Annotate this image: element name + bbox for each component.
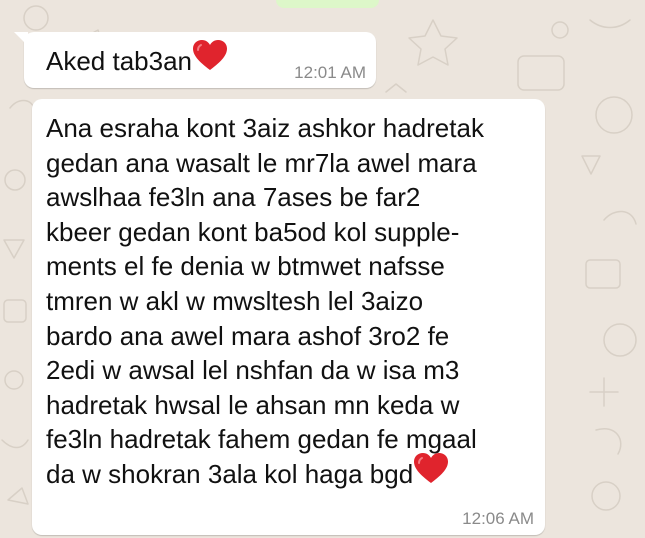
incoming-message-bubble[interactable]: Ana esraha kont 3aiz ashkor hadretak ged… bbox=[32, 99, 545, 535]
red-heart-icon bbox=[192, 39, 228, 81]
incoming-message-bubble[interactable]: Aked tab3an 12:01 AM bbox=[14, 32, 376, 88]
message-text: Aked tab3an bbox=[46, 40, 228, 81]
message-text: Ana esraha kont 3aiz ashkor hadretak ged… bbox=[46, 111, 484, 494]
red-heart-icon bbox=[413, 452, 449, 494]
previous-outgoing-message-edge bbox=[276, 0, 379, 8]
message-timestamp: 12:06 AM bbox=[462, 509, 534, 528]
message-timestamp: 12:01 AM bbox=[294, 63, 366, 82]
